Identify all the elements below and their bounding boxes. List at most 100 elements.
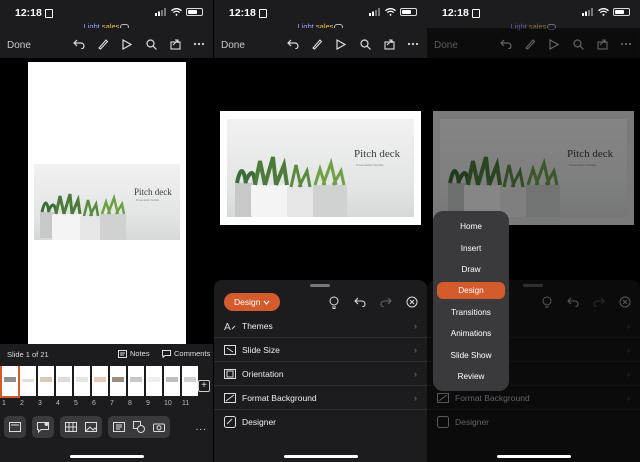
menu-item-home[interactable]: Home [437, 218, 505, 235]
battery-icon [613, 8, 630, 16]
slide-thumbnail[interactable] [20, 366, 36, 396]
slide-thumbnail[interactable] [0, 366, 20, 398]
table-icon[interactable] [64, 420, 78, 434]
slide-title: Pitch deck [567, 148, 614, 160]
chevron-right-icon: › [414, 392, 417, 403]
chevron-right-icon: › [627, 320, 630, 331]
new-comment-icon[interactable] [36, 420, 50, 434]
more-icon[interactable] [405, 37, 421, 51]
layout-icon[interactable] [8, 420, 22, 434]
more-actions-button[interactable]: ... [196, 422, 207, 433]
shapes-icon[interactable] [132, 420, 146, 434]
chevron-right-icon: › [627, 344, 630, 355]
chevron-right-icon: › [627, 368, 630, 379]
slide-thumbnail[interactable] [92, 366, 108, 396]
slide-thumbnail[interactable] [182, 366, 198, 396]
play-icon[interactable] [119, 37, 135, 51]
slide-thumbnail[interactable] [146, 366, 162, 396]
close-icon[interactable] [405, 295, 419, 309]
menu-item-transitions[interactable]: Transitions [437, 304, 505, 321]
screen-ribbon-menu: 12:18 Light sales Done Pitch deck Presen… [427, 0, 640, 462]
search-icon[interactable] [357, 37, 373, 51]
search-icon [570, 37, 586, 51]
undo-icon[interactable] [71, 37, 87, 51]
slide-size-icon [224, 344, 236, 356]
done-button[interactable]: Done [7, 40, 31, 51]
menu-item-slide-show[interactable]: Slide Show [437, 347, 505, 364]
designer-icon [437, 416, 449, 428]
menu-row-designer[interactable]: Designer [214, 410, 427, 434]
share-icon[interactable] [381, 37, 397, 51]
text-box-icon[interactable] [112, 420, 126, 434]
home-indicator [284, 455, 358, 458]
design-sheet: Design A Themes › Slide Size › Orientation… [214, 280, 427, 462]
slide-thumbnail[interactable] [164, 366, 180, 396]
wifi-icon [598, 8, 609, 16]
pen-icon[interactable] [95, 37, 111, 51]
notes-button[interactable]: Notes [118, 349, 150, 358]
status-bar: 12:18 Light sales [427, 0, 640, 31]
menu-row-format-background[interactable]: Format Background › [214, 386, 427, 410]
undo-icon[interactable] [285, 37, 301, 51]
slide-canvas[interactable]: Pitch deck Presentation Subtitle [28, 62, 186, 344]
share-icon[interactable] [167, 37, 183, 51]
menu-item-insert[interactable]: Insert [437, 240, 505, 257]
picture-icon[interactable] [84, 420, 98, 434]
thumb-number: 11 [182, 400, 190, 407]
thumb-number: 1 [2, 400, 6, 407]
done-button[interactable]: Done [221, 40, 245, 51]
slide-canvas[interactable]: Pitch deck Presentation Subtitle [220, 111, 421, 225]
top-toolbar: Done [214, 28, 427, 58]
layout-group [4, 416, 26, 438]
plant-illustration-icon [40, 193, 126, 240]
orientation-icon [224, 368, 236, 380]
top-toolbar: Done [0, 28, 213, 58]
undo-icon[interactable] [353, 295, 367, 309]
thumb-number: 7 [110, 400, 114, 407]
thumb-number: 10 [164, 400, 172, 407]
slide-thumbnail[interactable] [128, 366, 144, 396]
undo-icon [498, 37, 514, 51]
lightbulb-icon [540, 295, 554, 309]
comments-button[interactable]: Comments [162, 349, 210, 358]
play-icon[interactable] [333, 37, 349, 51]
menu-item-design[interactable]: Design [437, 282, 505, 299]
slide-thumbnail[interactable] [56, 366, 72, 396]
more-icon[interactable] [191, 37, 207, 51]
menu-item-draw[interactable]: Draw [437, 261, 505, 278]
clock: 12:18 [442, 7, 480, 19]
slide-navigator: Slide 1 of 21 Notes Comments 1 2 3 4 5 6… [0, 344, 213, 462]
undo-icon [566, 295, 580, 309]
menu-row-orientation[interactable]: Orientation › [214, 362, 427, 386]
slide-thumbnail[interactable] [38, 366, 54, 396]
add-slide-button[interactable]: + [198, 380, 210, 392]
menu-row-themes[interactable]: A Themes › [214, 314, 427, 338]
redo-icon [592, 295, 606, 309]
thumb-number: 2 [20, 400, 24, 407]
thumbnail-strip[interactable] [0, 366, 200, 400]
slide-thumbnail[interactable] [74, 366, 90, 396]
signal-icon [582, 8, 593, 16]
done-button: Done [434, 40, 458, 51]
menu-row-slide-size[interactable]: Slide Size › [214, 338, 427, 362]
sheet-grabber[interactable] [310, 284, 330, 287]
redo-icon[interactable] [379, 295, 393, 309]
pen-icon[interactable] [309, 37, 325, 51]
cactus-photo: Pitch deck Presentation Subtitle [34, 164, 180, 240]
menu-item-review[interactable]: Review [437, 368, 505, 385]
play-icon [546, 37, 562, 51]
lightbulb-icon[interactable] [327, 295, 341, 309]
menu-item-animations[interactable]: Animations [437, 325, 505, 342]
ribbon-tab-selector[interactable]: Design [224, 293, 281, 311]
home-indicator [70, 455, 144, 458]
search-icon[interactable] [143, 37, 159, 51]
clock: 12:18 [15, 7, 53, 19]
menu-row-label: Orientation [242, 368, 284, 379]
format-background-icon [437, 392, 449, 404]
wifi-icon [385, 8, 396, 16]
slide-thumbnail[interactable] [110, 366, 126, 396]
chevron-down-icon [264, 300, 270, 305]
wifi-icon [171, 8, 182, 16]
menu-row-label: Slide Size [242, 344, 280, 355]
camera-icon[interactable] [152, 420, 166, 434]
